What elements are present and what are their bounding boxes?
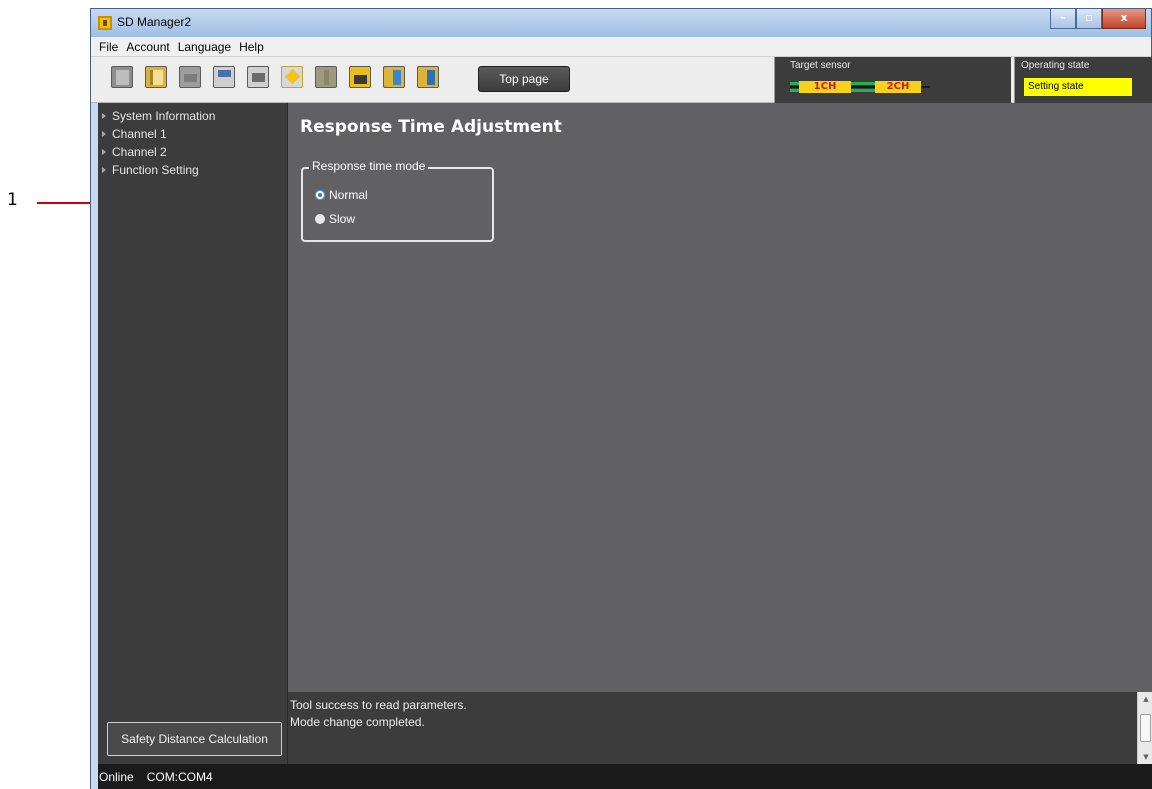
- radio-normal[interactable]: Normal: [315, 188, 368, 202]
- print-icon[interactable]: [247, 66, 269, 88]
- toolbar: Top page Target sensor 1CH 2CH Operating…: [91, 57, 1152, 103]
- safety-distance-calculation-button[interactable]: Safety Distance Calculation: [107, 722, 282, 756]
- group-label: Response time mode: [309, 159, 429, 173]
- expand-arrow-icon: [102, 167, 106, 173]
- radio-checked-icon: [315, 190, 325, 200]
- menu-help[interactable]: Help: [236, 37, 269, 56]
- window-frame-left: [91, 103, 98, 789]
- expand-arrow-icon: [102, 113, 106, 119]
- menu-account[interactable]: Account: [123, 37, 174, 56]
- operating-state-value: Setting state: [1024, 78, 1132, 96]
- log-line: Mode change completed.: [290, 715, 425, 729]
- top-page-button[interactable]: Top page: [478, 66, 570, 92]
- radio-unchecked-icon: [315, 214, 325, 224]
- log-line: Tool success to read parameters.: [290, 698, 467, 712]
- sidebar-item-channel-2[interactable]: Channel 2: [98, 143, 287, 161]
- status-bar: Online COM:COM4: [98, 764, 1152, 789]
- sidebar-item-channel-1[interactable]: Channel 1: [98, 125, 287, 143]
- sidebar-item-system-information[interactable]: System Information: [98, 107, 287, 125]
- callout-number: 1: [7, 190, 18, 210]
- operating-state-label: Operating state: [1021, 60, 1090, 71]
- operating-state-panel: Operating state Setting state: [1014, 57, 1152, 103]
- target-sensor-panel: Target sensor 1CH 2CH: [774, 57, 1011, 103]
- menu-file[interactable]: File: [96, 37, 123, 56]
- close-button[interactable]: x: [1102, 9, 1146, 29]
- log-panel: Tool success to read parameters. Mode ch…: [288, 692, 1152, 764]
- sidebar-item-label: System Information: [112, 109, 216, 123]
- title-bar[interactable]: SD Manager2 – ▫ x: [91, 9, 1151, 37]
- save-to-pc-icon[interactable]: [213, 66, 235, 88]
- response-time-mode-group: Response time mode Normal Slow: [301, 159, 494, 242]
- navigation-tree: System Information Channel 1 Channel 2 F…: [98, 103, 287, 179]
- menu-bar: File Account Language Help: [91, 37, 1151, 57]
- minimize-button[interactable]: –: [1050, 9, 1076, 29]
- radio-label: Normal: [329, 188, 368, 202]
- open-file-icon[interactable]: [145, 66, 167, 88]
- expand-arrow-icon: [102, 131, 106, 137]
- connection-status: Online: [99, 769, 134, 784]
- scroll-up-icon[interactable]: ▲: [1138, 692, 1152, 706]
- window-title: SD Manager2: [117, 15, 192, 29]
- page-title: Response Time Adjustment: [300, 117, 562, 137]
- main-content: Response Time Adjustment Response time m…: [288, 103, 1152, 692]
- disabled-icon[interactable]: [179, 66, 201, 88]
- channel-strip: 1CH 2CH: [790, 81, 930, 93]
- app-window: SD Manager2 – ▫ x File Account Language …: [90, 8, 1152, 789]
- ch1-indicator[interactable]: 1CH: [799, 81, 851, 93]
- ch2-indicator[interactable]: 2CH: [875, 81, 921, 93]
- port-status: COM:COM4: [146, 769, 213, 784]
- scroll-thumb[interactable]: [1140, 714, 1151, 742]
- sidebar: System Information Channel 1 Channel 2 F…: [98, 103, 288, 764]
- disabled-key-icon[interactable]: [315, 66, 337, 88]
- sidebar-item-function-setting[interactable]: Function Setting: [98, 161, 287, 179]
- new-document-icon[interactable]: [111, 66, 133, 88]
- read-from-sensor-icon[interactable]: [383, 66, 405, 88]
- write-to-sensor-icon[interactable]: [417, 66, 439, 88]
- menu-language[interactable]: Language: [175, 37, 236, 56]
- connect-icon[interactable]: [281, 66, 303, 88]
- scroll-down-icon[interactable]: ▼: [1138, 750, 1152, 764]
- radio-label: Slow: [329, 212, 356, 226]
- lock-icon[interactable]: [349, 66, 371, 88]
- sidebar-item-label: Channel 2: [112, 145, 167, 159]
- app-icon: [98, 16, 112, 30]
- log-scrollbar[interactable]: ▲ ▼: [1137, 692, 1152, 764]
- maximize-button[interactable]: ▫: [1076, 9, 1102, 29]
- window-controls: – ▫ x: [1050, 9, 1146, 29]
- target-sensor-label: Target sensor: [790, 60, 851, 71]
- expand-arrow-icon: [102, 149, 106, 155]
- radio-slow[interactable]: Slow: [315, 212, 355, 226]
- sidebar-item-label: Channel 1: [112, 127, 167, 141]
- sidebar-item-label: Function Setting: [112, 163, 199, 177]
